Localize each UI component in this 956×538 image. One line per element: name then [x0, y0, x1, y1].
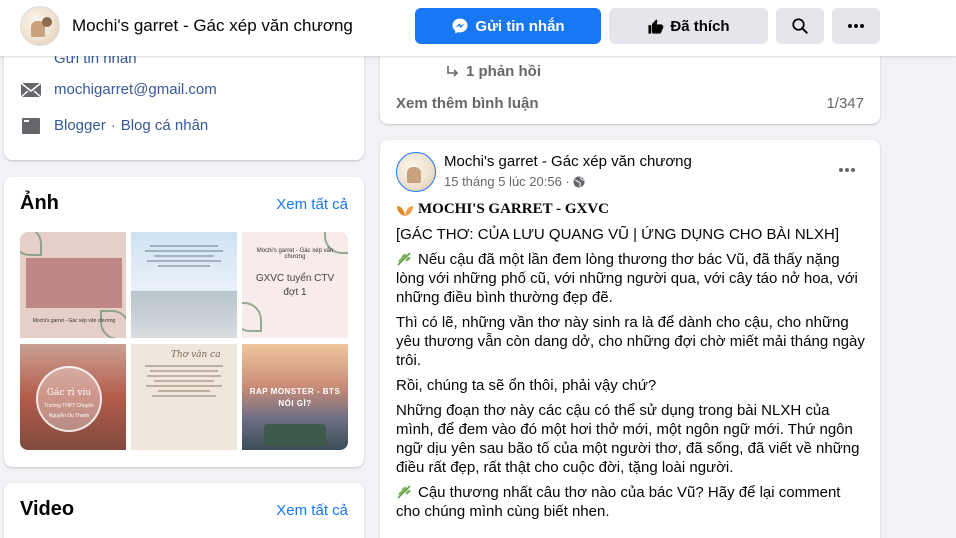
- videos-card: Video Xem tất cả: [4, 483, 364, 538]
- send-message-label: Gửi tin nhắn: [475, 17, 565, 35]
- messenger-icon: [452, 18, 468, 34]
- search-icon: [792, 18, 808, 34]
- see-more-comments-link[interactable]: Xem thêm bình luận: [396, 95, 539, 112]
- photo-tile[interactable]: Mochi's garret - Gác xép văn chương GXVC…: [242, 232, 348, 338]
- post-author-avatar[interactable]: [396, 152, 436, 192]
- photo-tile[interactable]: Gác rì viu Trường THPT Chuyên Nguyễn Du T…: [20, 344, 126, 450]
- page-avatar[interactable]: [20, 6, 60, 46]
- photos-heading: Ảnh: [20, 192, 59, 214]
- post-paragraph-sprig: Nếu cậu đã một lần đem lòng thương thơ b…: [396, 250, 866, 307]
- videos-heading: Video: [20, 498, 75, 520]
- videos-see-all-link[interactable]: Xem tất cả: [276, 502, 348, 519]
- page-header: Mochi's garret - Gác xép văn chương Gửi …: [0, 0, 956, 56]
- thumbs-up-icon: [648, 18, 664, 34]
- sprig-icon: [397, 485, 411, 499]
- photo-caption: Mochi's garret - Gác xép văn chương: [32, 318, 116, 324]
- photo-caption: Thơ văn ca: [171, 350, 221, 360]
- search-button[interactable]: [776, 8, 824, 44]
- photo-caption: Mochi's garret - Gác xép văn chương: [256, 248, 334, 260]
- photo-tile[interactable]: RAP MONSTER - BTS NÓI GÌ?: [242, 344, 348, 450]
- photo-caption: Gác rì viu: [46, 388, 92, 398]
- email-link[interactable]: mochigarret@gmail.com: [54, 81, 217, 98]
- separator: ·: [110, 117, 116, 134]
- blogger-link[interactable]: Blogger: [54, 117, 106, 134]
- post-body: MOCHI'S GARRET - GXVC [GÁC THƠ: CỦA LƯU …: [396, 200, 866, 527]
- photos-see-all-link[interactable]: Xem tất cả: [276, 196, 348, 213]
- post-paragraph: Thì có lẽ, những vần thơ này sinh ra là …: [396, 314, 865, 369]
- photo-tile[interactable]: Thơ văn ca: [131, 344, 237, 450]
- liked-button[interactable]: Đã thích: [609, 8, 768, 44]
- post-paragraph: Những đoạn thơ này các cậu có thể sử dụn…: [396, 402, 860, 476]
- email-row: mochigarret@gmail.com: [20, 81, 217, 98]
- sprig-icon: [397, 252, 411, 266]
- post-author[interactable]: Mochi's garret - Gác xép văn chương: [444, 153, 692, 170]
- photo-tile[interactable]: [131, 232, 237, 338]
- photo-caption-large: GXVC tuyển CTV đợt 1: [255, 273, 335, 298]
- blog-label[interactable]: Blog cá nhân: [121, 117, 209, 134]
- photo-grid: Mochi's garret - Gác xép văn chương Moch…: [20, 232, 348, 450]
- replies-link[interactable]: 1 phản hồi: [446, 63, 541, 80]
- post-paragraph: [GÁC THƠ: CỦA LƯU QUANG VŨ | ỨNG DỤNG CH…: [396, 226, 839, 243]
- more-button[interactable]: [832, 8, 880, 44]
- post-paragraph: Cậu thương nhất câu thơ nào của bác Vũ? …: [396, 484, 841, 520]
- blogger-icon: [20, 117, 42, 134]
- post-brand: MOCHI'S GARRET - GXVC: [418, 201, 609, 217]
- post-paragraph: Rồi, chúng ta sẽ ổn thôi, phải vậy chứ?: [396, 377, 657, 394]
- photo-caption: RAP MONSTER - BTS NÓI GÌ?: [249, 387, 341, 408]
- post-card: Mochi's garret - Gác xép văn chương 15 t…: [380, 140, 880, 538]
- replies-label: 1 phản hồi: [466, 63, 541, 80]
- post-paragraph-sprig: Cậu thương nhất câu thơ nào của bác Vũ? …: [396, 483, 866, 521]
- email-icon: [20, 82, 42, 97]
- post-time-label[interactable]: 15 tháng 5 lúc 20:56 ·: [444, 174, 570, 189]
- post-options-button[interactable]: [838, 160, 856, 178]
- comment-count: 1/347: [826, 95, 864, 112]
- page-title[interactable]: Mochi's garret - Gác xép văn chương: [72, 16, 353, 36]
- more-icon: [839, 168, 855, 172]
- orange-leaf-icon: [397, 205, 413, 216]
- post-paragraph: Nếu cậu đã một lần đem lòng thương thơ b…: [396, 251, 858, 306]
- post-brand-line: MOCHI'S GARRET - GXVC: [396, 200, 866, 219]
- photo-tile[interactable]: Mochi's garret - Gác xép văn chương: [20, 232, 126, 338]
- blogger-row: Blogger · Blog cá nhân: [20, 117, 208, 134]
- post-timestamp: 15 tháng 5 lúc 20:56 ·: [444, 174, 585, 189]
- photo-subcaption: Trường THPT Chuyên Nguyễn Du Thanh: [44, 402, 94, 420]
- send-message-button[interactable]: Gửi tin nhắn: [415, 8, 601, 44]
- reply-arrow-icon: [447, 65, 459, 77]
- liked-label: Đã thích: [670, 17, 730, 35]
- more-icon: [848, 24, 864, 28]
- photos-card: Ảnh Xem tất cả Mochi's garret - Gác xép …: [4, 177, 364, 467]
- globe-icon: [573, 176, 585, 187]
